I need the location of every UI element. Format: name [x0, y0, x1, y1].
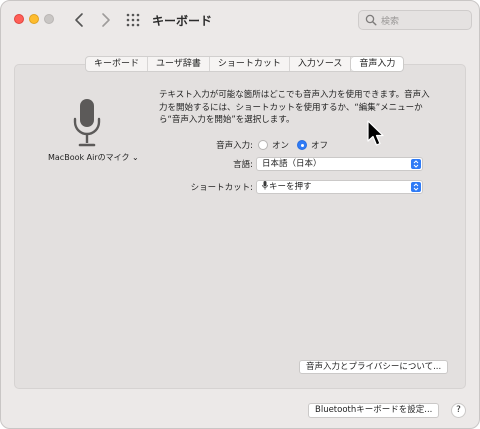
dictation-off-label[interactable]: オフ: [311, 139, 328, 151]
zoom-button[interactable]: [44, 14, 54, 24]
updown-chevron-icon: [411, 159, 421, 169]
language-select[interactable]: 日本語（日本）: [256, 157, 423, 171]
search-icon: [365, 14, 377, 26]
dictation-description: テキスト入力が可能な箇所はどこでも音声入力を使用できます。音声入力を開始するには…: [159, 90, 430, 125]
chevron-left-icon: [75, 13, 83, 27]
tab-user-dictionary[interactable]: ユーザ辞書: [148, 57, 210, 71]
updown-chevron-icon: [411, 182, 421, 192]
dictation-on-label[interactable]: オン: [272, 139, 289, 151]
tab-bar: キーボード ユーザ辞書 ショートカット 入力ソース 音声入力: [85, 56, 405, 72]
help-button[interactable]: ?: [451, 403, 466, 418]
forward-button[interactable]: [96, 10, 114, 30]
shortcut-select[interactable]: キーを押す: [256, 180, 423, 194]
dictation-privacy-button[interactable]: 音声入力とプライバシーについて...: [299, 360, 449, 374]
back-button[interactable]: [71, 10, 89, 30]
shortcut-value: キーを押す: [269, 182, 312, 192]
language-label: 言語:: [233, 160, 253, 170]
dictation-label: 音声入力:: [216, 141, 253, 151]
preferences-window: キーボード 検索 キーボード ユーザ辞書 ショートカット 入力ソース 音声入力 …: [0, 0, 480, 429]
dictation-off-radio[interactable]: [297, 140, 307, 150]
microphone-selector[interactable]: MacBook Airのマイク ⌄: [48, 152, 139, 163]
tab-dictation[interactable]: 音声入力: [351, 57, 404, 71]
minimize-button[interactable]: [29, 14, 39, 24]
language-value: 日本語（日本）: [262, 159, 322, 169]
window-title: キーボード: [152, 14, 213, 28]
grid-icon: [126, 13, 140, 27]
tab-keyboard[interactable]: キーボード: [86, 57, 149, 71]
chevron-right-icon: [102, 13, 110, 27]
search-placeholder: 検索: [381, 17, 400, 27]
microphone-icon: [73, 99, 101, 147]
bluetooth-keyboard-button[interactable]: Bluetoothキーボードを設定...: [308, 403, 440, 418]
tab-shortcuts[interactable]: ショートカット: [210, 57, 290, 71]
dictation-on-radio[interactable]: [258, 140, 268, 150]
tab-input-sources[interactable]: 入力ソース: [290, 57, 352, 71]
microphone-icon: [262, 181, 268, 190]
show-all-button[interactable]: [125, 12, 141, 28]
search-field[interactable]: 検索: [358, 10, 472, 30]
close-button[interactable]: [14, 14, 24, 24]
title-bar: キーボード 検索: [1, 1, 479, 39]
shortcut-label: ショートカット:: [190, 183, 253, 193]
mouse-cursor-icon: [367, 120, 384, 146]
